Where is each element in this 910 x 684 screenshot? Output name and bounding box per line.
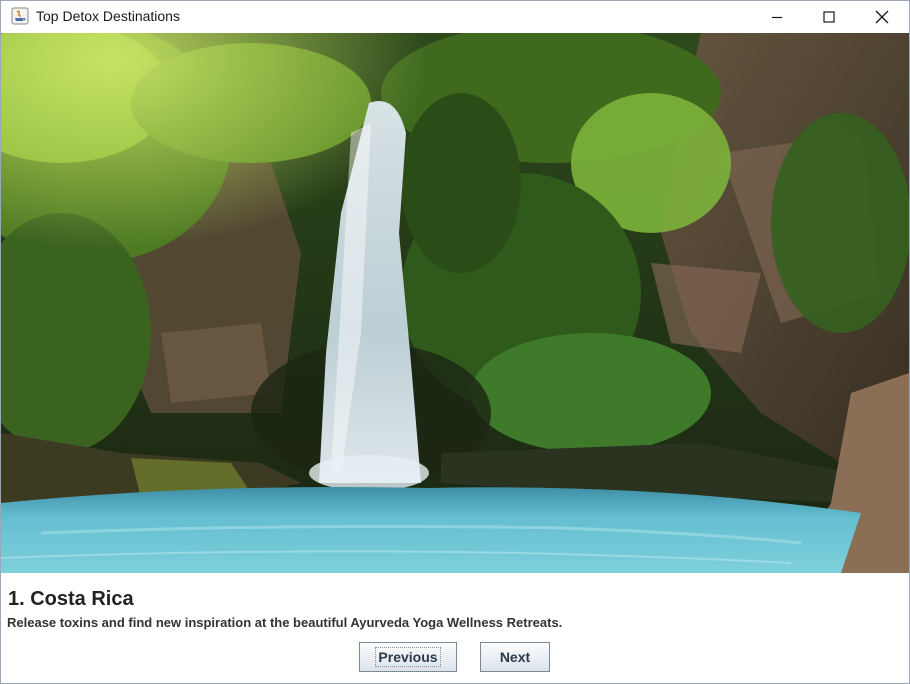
- close-button[interactable]: [856, 1, 908, 32]
- maximize-button[interactable]: [803, 1, 855, 32]
- destination-title: 1. Costa Rica: [8, 588, 134, 610]
- previous-button-label: Previous: [375, 647, 441, 667]
- java-app-icon: [11, 7, 29, 25]
- minimize-icon: [772, 16, 782, 18]
- title-bar[interactable]: Top Detox Destinations: [1, 1, 909, 32]
- destination-description: Release toxins and find new inspiration …: [7, 615, 563, 630]
- minimize-button[interactable]: [751, 1, 803, 32]
- previous-button[interactable]: Previous: [359, 642, 457, 672]
- maximize-icon: [823, 10, 835, 23]
- close-icon: [875, 10, 889, 23]
- waterfall-lagoon-photo: [1, 33, 909, 573]
- window-title: Top Detox Destinations: [36, 8, 180, 24]
- next-button[interactable]: Next: [480, 642, 550, 672]
- app-window: Top Detox Destinations 1. Costa Rica Rel…: [0, 0, 910, 684]
- destination-caption: 1. Costa Rica Release toxins and find ne…: [6, 578, 906, 634]
